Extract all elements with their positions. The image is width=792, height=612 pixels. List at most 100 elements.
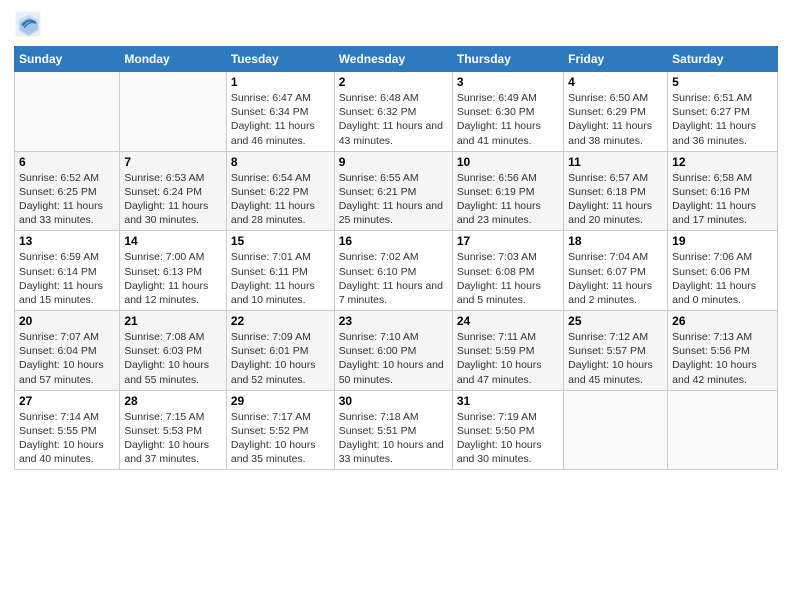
day-number: 23	[339, 314, 448, 328]
day-number: 3	[457, 75, 559, 89]
day-cell: 20 Sunrise: 7:07 AMSunset: 6:04 PMDayligh…	[15, 311, 120, 391]
day-number: 16	[339, 234, 448, 248]
day-cell: 17Sunrise: 7:03 AMSunset: 6:08 PMDayligh…	[452, 231, 563, 311]
day-cell: 26Sunrise: 7:13 AMSunset: 5:56 PMDayligh…	[668, 311, 778, 391]
day-number: 20	[19, 314, 115, 328]
day-cell: 3 Sunrise: 6:49 AMSunset: 6:30 PMDaylight…	[452, 72, 563, 152]
day-detail: Sunrise: 6:56 AMSunset: 6:19 PMDaylight:…	[457, 171, 559, 228]
day-cell: 18Sunrise: 7:04 AMSunset: 6:07 PMDayligh…	[564, 231, 668, 311]
day-detail: Sunrise: 6:54 AMSunset: 6:22 PMDaylight:…	[231, 171, 330, 228]
day-detail: Sunrise: 7:08 AMSunset: 6:03 PMDaylight:…	[124, 330, 221, 387]
day-number: 8	[231, 155, 330, 169]
day-cell: 30Sunrise: 7:18 AMSunset: 5:51 PMDayligh…	[334, 390, 452, 470]
day-cell: 12 Sunrise: 6:58 AMSunset: 6:16 PMDayligh…	[668, 151, 778, 231]
page-container: SundayMondayTuesdayWednesdayThursdayFrid…	[0, 0, 792, 480]
day-cell	[668, 390, 778, 470]
day-number: 12	[672, 155, 773, 169]
day-number: 14	[124, 234, 221, 248]
day-cell: 15 Sunrise: 7:01 AMSunset: 6:11 PMDayligh…	[226, 231, 334, 311]
day-detail: Sunrise: 7:03 AMSunset: 6:08 PMDaylight:…	[457, 250, 559, 307]
header-row: SundayMondayTuesdayWednesdayThursdayFrid…	[15, 47, 778, 72]
day-cell: 29 Sunrise: 7:17 AMSunset: 5:52 PMDayligh…	[226, 390, 334, 470]
day-cell: 7 Sunrise: 6:53 AMSunset: 6:24 PMDaylight…	[120, 151, 226, 231]
day-detail: Sunrise: 6:49 AMSunset: 6:30 PMDaylight:…	[457, 91, 559, 148]
day-detail: Sunrise: 7:01 AMSunset: 6:11 PMDaylight:…	[231, 250, 330, 307]
day-header-thursday: Thursday	[452, 47, 563, 72]
day-cell: 4 Sunrise: 6:50 AMSunset: 6:29 PMDaylight…	[564, 72, 668, 152]
day-number: 4	[568, 75, 663, 89]
week-row-2: 13 Sunrise: 6:59 AMSunset: 6:14 PMDayligh…	[15, 231, 778, 311]
day-detail: Sunrise: 6:59 AMSunset: 6:14 PMDaylight:…	[19, 250, 115, 307]
day-number: 2	[339, 75, 448, 89]
day-cell: 6 Sunrise: 6:52 AMSunset: 6:25 PMDaylight…	[15, 151, 120, 231]
day-number: 22	[231, 314, 330, 328]
day-detail: Sunrise: 6:57 AMSunset: 6:18 PMDaylight:…	[568, 171, 663, 228]
day-cell: 2 Sunrise: 6:48 AMSunset: 6:32 PMDaylight…	[334, 72, 452, 152]
day-cell	[15, 72, 120, 152]
day-header-friday: Friday	[564, 47, 668, 72]
week-row-4: 27 Sunrise: 7:14 AMSunset: 5:55 PMDayligh…	[15, 390, 778, 470]
day-number: 15	[231, 234, 330, 248]
day-cell: 5 Sunrise: 6:51 AMSunset: 6:27 PMDaylight…	[668, 72, 778, 152]
day-detail: Sunrise: 7:12 AMSunset: 5:57 PMDaylight:…	[568, 330, 663, 387]
calendar-body: 1 Sunrise: 6:47 AMSunset: 6:34 PMDaylight…	[15, 72, 778, 470]
day-cell: 23Sunrise: 7:10 AMSunset: 6:00 PMDayligh…	[334, 311, 452, 391]
day-number: 28	[124, 394, 221, 408]
day-detail: Sunrise: 7:14 AMSunset: 5:55 PMDaylight:…	[19, 410, 115, 467]
day-detail: Sunrise: 6:58 AMSunset: 6:16 PMDaylight:…	[672, 171, 773, 228]
day-number: 9	[339, 155, 448, 169]
day-detail: Sunrise: 7:18 AMSunset: 5:51 PMDaylight:…	[339, 410, 448, 467]
day-header-sunday: Sunday	[15, 47, 120, 72]
day-cell: 28 Sunrise: 7:15 AMSunset: 5:53 PMDayligh…	[120, 390, 226, 470]
day-cell: 13 Sunrise: 6:59 AMSunset: 6:14 PMDayligh…	[15, 231, 120, 311]
day-header-saturday: Saturday	[668, 47, 778, 72]
day-detail: Sunrise: 7:11 AMSunset: 5:59 PMDaylight:…	[457, 330, 559, 387]
day-cell: 21 Sunrise: 7:08 AMSunset: 6:03 PMDayligh…	[120, 311, 226, 391]
day-detail: Sunrise: 7:02 AMSunset: 6:10 PMDaylight:…	[339, 250, 448, 307]
day-cell: 27 Sunrise: 7:14 AMSunset: 5:55 PMDayligh…	[15, 390, 120, 470]
week-row-0: 1 Sunrise: 6:47 AMSunset: 6:34 PMDaylight…	[15, 72, 778, 152]
calendar-header: SundayMondayTuesdayWednesdayThursdayFrid…	[15, 47, 778, 72]
day-number: 13	[19, 234, 115, 248]
day-detail: Sunrise: 6:47 AMSunset: 6:34 PMDaylight:…	[231, 91, 330, 148]
day-cell	[564, 390, 668, 470]
calendar-table: SundayMondayTuesdayWednesdayThursdayFrid…	[14, 46, 778, 470]
week-row-1: 6 Sunrise: 6:52 AMSunset: 6:25 PMDaylight…	[15, 151, 778, 231]
day-detail: Sunrise: 7:06 AMSunset: 6:06 PMDaylight:…	[672, 250, 773, 307]
day-number: 25	[568, 314, 663, 328]
logo	[14, 10, 44, 38]
day-number: 6	[19, 155, 115, 169]
day-header-tuesday: Tuesday	[226, 47, 334, 72]
logo-icon	[14, 10, 42, 38]
day-detail: Sunrise: 7:07 AMSunset: 6:04 PMDaylight:…	[19, 330, 115, 387]
day-number: 26	[672, 314, 773, 328]
header	[14, 10, 778, 38]
day-number: 10	[457, 155, 559, 169]
day-detail: Sunrise: 6:55 AMSunset: 6:21 PMDaylight:…	[339, 171, 448, 228]
day-number: 27	[19, 394, 115, 408]
day-cell: 19Sunrise: 7:06 AMSunset: 6:06 PMDayligh…	[668, 231, 778, 311]
day-header-monday: Monday	[120, 47, 226, 72]
day-detail: Sunrise: 6:53 AMSunset: 6:24 PMDaylight:…	[124, 171, 221, 228]
day-detail: Sunrise: 7:17 AMSunset: 5:52 PMDaylight:…	[231, 410, 330, 467]
day-number: 5	[672, 75, 773, 89]
day-number: 21	[124, 314, 221, 328]
day-number: 7	[124, 155, 221, 169]
day-cell: 14 Sunrise: 7:00 AMSunset: 6:13 PMDayligh…	[120, 231, 226, 311]
day-number: 1	[231, 75, 330, 89]
day-detail: Sunrise: 7:09 AMSunset: 6:01 PMDaylight:…	[231, 330, 330, 387]
day-cell: 24 Sunrise: 7:11 AMSunset: 5:59 PMDayligh…	[452, 311, 563, 391]
day-detail: Sunrise: 7:00 AMSunset: 6:13 PMDaylight:…	[124, 250, 221, 307]
day-number: 18	[568, 234, 663, 248]
day-detail: Sunrise: 6:50 AMSunset: 6:29 PMDaylight:…	[568, 91, 663, 148]
day-cell: 1 Sunrise: 6:47 AMSunset: 6:34 PMDaylight…	[226, 72, 334, 152]
day-number: 29	[231, 394, 330, 408]
day-cell: 10 Sunrise: 6:56 AMSunset: 6:19 PMDayligh…	[452, 151, 563, 231]
day-detail: Sunrise: 6:52 AMSunset: 6:25 PMDaylight:…	[19, 171, 115, 228]
day-detail: Sunrise: 6:51 AMSunset: 6:27 PMDaylight:…	[672, 91, 773, 148]
day-detail: Sunrise: 6:48 AMSunset: 6:32 PMDaylight:…	[339, 91, 448, 148]
day-detail: Sunrise: 7:19 AMSunset: 5:50 PMDaylight:…	[457, 410, 559, 467]
day-number: 24	[457, 314, 559, 328]
day-detail: Sunrise: 7:15 AMSunset: 5:53 PMDaylight:…	[124, 410, 221, 467]
day-cell: 16 Sunrise: 7:02 AMSunset: 6:10 PMDayligh…	[334, 231, 452, 311]
